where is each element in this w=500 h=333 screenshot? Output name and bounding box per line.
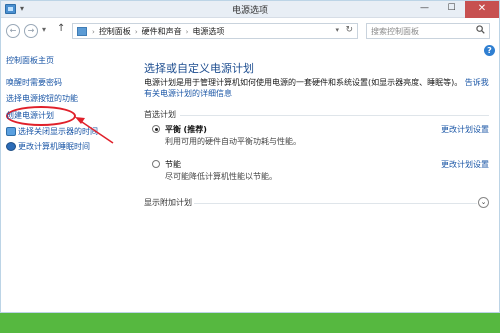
page-description: 电源计划是用于管理计算机如何使用电源的一套硬件和系统设置(如显示器亮度、睡眠等)… [144,77,489,99]
plan-balanced: 平衡 (推荐) 利用可用的硬件自动平衡功耗与性能。 更改计划设置 [152,123,489,151]
moon-icon [6,142,16,151]
search-input[interactable] [371,24,475,38]
breadcrumb: › 控制面板 › 硬件和声音 › 电源选项 [92,26,224,37]
breadcrumb-hardware-sound[interactable]: 硬件和声音 [142,26,182,37]
sidebar-item-wake-password[interactable]: 唤醒时需要密码 [6,77,62,88]
plan-power-saver-change-link[interactable]: 更改计划设置 [441,159,489,170]
power-options-window: ▾ 电源选项 — ☐ ✕ ← → ▾ ↑ › 控制面板 › 硬件和声音 › 电源… [0,0,500,313]
plan-balanced-radio[interactable] [152,125,160,133]
desktop-background [0,313,500,333]
plan-power-saver-radio[interactable] [152,160,160,168]
plan-power-saver-name[interactable]: 节能 [165,159,181,170]
sidebar-item-create-power-plan[interactable]: 创建电源计划 [6,110,54,121]
chevron-right-icon[interactable]: › [186,28,189,36]
address-dropdown-button[interactable]: ▾ [335,26,339,34]
plan-balanced-name[interactable]: 平衡 (推荐) [165,124,207,135]
preferred-plans-label: 首选计划 [144,110,176,119]
monitor-icon [6,127,16,136]
plan-balanced-change-link[interactable]: 更改计划设置 [441,124,489,135]
chevron-right-icon[interactable]: › [92,28,95,36]
refresh-button[interactable]: ↻ [345,25,353,35]
recent-locations-button[interactable]: ▾ [42,25,46,34]
chevron-right-icon[interactable]: › [135,28,138,36]
sidebar-item-control-panel-home[interactable]: 控制面板主页 [6,55,54,66]
divider [194,203,477,204]
sidebar: 控制面板主页 唤醒时需要密码 选择电源按钮的功能 创建电源计划 选择关闭显示器的… [1,43,133,313]
sidebar-item-display-off-time[interactable]: 选择关闭显示器的时间 [18,126,98,137]
plan-balanced-tag: (推荐) [183,125,207,134]
main-content: 选择或自定义电源计划 电源计划是用于管理计算机如何使用电源的一套硬件和系统设置(… [144,43,494,313]
sidebar-item-power-button[interactable]: 选择电源按钮的功能 [6,93,78,104]
description-text: 电源计划是用于管理计算机如何使用电源的一套硬件和系统设置(如显示器亮度、睡眠等)… [144,78,463,87]
breadcrumb-power-options[interactable]: 电源选项 [192,26,224,37]
plan-power-saver-desc: 尽可能降低计算机性能以节能。 [165,172,277,181]
plan-balanced-desc: 利用可用的硬件自动平衡功耗与性能。 [165,137,301,146]
additional-plans-label[interactable]: 显示附加计划 [144,198,192,207]
window-controls: — ☐ ✕ [411,1,499,18]
title-bar: ▾ 电源选项 — ☐ ✕ [1,1,499,18]
divider [180,115,489,116]
search-icon[interactable] [476,25,485,37]
back-button[interactable]: ← [6,24,20,38]
search-box[interactable] [366,23,490,39]
plan-balanced-title[interactable]: 平衡 [165,125,181,134]
preferred-plans-header: 首选计划 [144,109,489,120]
maximize-button[interactable]: ☐ [438,1,465,18]
control-panel-icon [77,27,87,36]
minimize-button[interactable]: — [411,1,438,18]
plan-power-saver: 节能 尽可能降低计算机性能以节能。 更改计划设置 [152,158,489,186]
breadcrumb-control-panel[interactable]: 控制面板 [99,26,131,37]
page-title: 选择或自定义电源计划 [144,62,254,75]
up-button[interactable]: ↑ [57,23,65,34]
navigation-bar: ← → ▾ ↑ › 控制面板 › 硬件和声音 › 电源选项 ▾ ↻ [1,20,499,42]
forward-button[interactable]: → [24,24,38,38]
close-button[interactable]: ✕ [465,1,499,18]
address-bar[interactable]: › 控制面板 › 硬件和声音 › 电源选项 ▾ ↻ [72,23,358,39]
chevron-down-icon[interactable]: ⌄ [478,197,489,208]
sidebar-item-sleep-time[interactable]: 更改计算机睡眠时间 [18,141,90,152]
additional-plans-header[interactable]: 显示附加计划 ⌄ [144,197,489,211]
